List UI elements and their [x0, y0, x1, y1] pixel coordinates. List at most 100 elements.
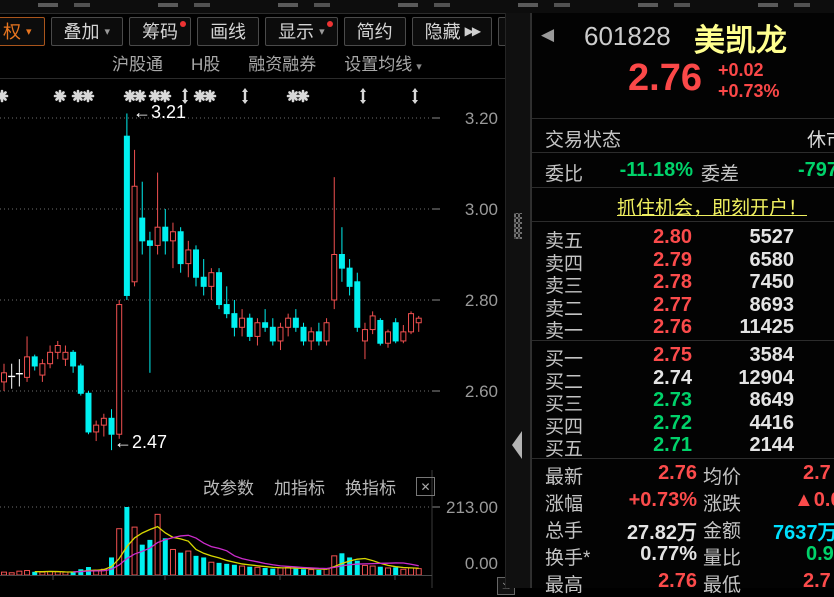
toolbar-button-画线[interactable]: 画线	[197, 17, 259, 46]
level-price[interactable]: 2.76	[610, 316, 692, 339]
event-marker-flower-icon[interactable]	[205, 91, 215, 101]
change-percent: +0.73%	[718, 81, 780, 102]
event-marker-arrow-icon[interactable]	[412, 88, 418, 104]
divider-line	[532, 221, 834, 222]
low-annotation: ←2.47	[114, 432, 167, 453]
event-marker-flower-icon[interactable]	[288, 91, 298, 101]
stat-label: 涨跌	[703, 489, 741, 516]
stat-value: 2.7	[803, 462, 831, 485]
event-marker-flower-icon[interactable]	[0, 91, 7, 101]
event-marker-flower-icon[interactable]	[125, 91, 135, 101]
toolbar-button-叠加[interactable]: 叠加 ▾	[51, 17, 124, 46]
price-axis-label: 3.20	[436, 109, 498, 129]
level-price[interactable]: 2.74	[610, 367, 692, 390]
event-marker-arrow-icon[interactable]	[242, 88, 248, 104]
bid-row-2: 买二2.7412904	[532, 367, 834, 389]
clipped-menubar	[0, 0, 834, 14]
divider-grip-icon[interactable]	[514, 213, 522, 239]
indicator-toolbar: 改参数加指标换指标 ✕	[203, 474, 435, 499]
weibi-label: 委比	[545, 159, 583, 186]
stat-label: 金额	[703, 516, 741, 543]
trading-app-window: 权▾叠加▾筹码画线显示▾简约隐藏▶▶ 沪股通H股融资融券设置均线▾ ←3.21 …	[0, 0, 834, 588]
toolbar-button-label: 隐藏	[425, 18, 461, 44]
level-volume: 7450	[702, 271, 794, 294]
level-price[interactable]: 2.73	[610, 389, 692, 412]
indicator-item-1[interactable]: 加指标	[274, 474, 325, 499]
event-marker-flower-icon[interactable]	[55, 91, 65, 101]
double-chevron-icon: ▶▶	[465, 24, 479, 38]
subbar-item-3[interactable]: 设置均线▾	[344, 50, 422, 75]
event-marker-flower-icon[interactable]	[160, 91, 170, 101]
chart-sub-toolbar: 沪股通 H股 融资融券 设置均线▾	[0, 47, 506, 79]
stat-label: 涨幅	[545, 489, 583, 516]
toolbar-button-隐藏[interactable]: 隐藏 ▶▶	[412, 17, 492, 46]
subbar-item-2[interactable]: 融资融券	[248, 50, 316, 75]
notification-dot-icon	[180, 21, 186, 27]
level-price[interactable]: 2.71	[610, 434, 692, 457]
volume-axis-min: 0.00	[436, 554, 498, 574]
event-marker-row[interactable]	[0, 88, 418, 104]
stats-row-2: 总手27.82万金额7637万	[532, 516, 834, 542]
stats-row-1: 涨幅+0.73%涨跌▲0.0	[532, 489, 834, 515]
price-axis-label: 2.60	[436, 382, 498, 402]
stock-name: 美凯龙	[694, 15, 787, 60]
subbar-item-1[interactable]: H股	[191, 50, 220, 75]
chevron-down-icon: ▾	[105, 25, 111, 38]
stat-value: 27.82万	[587, 516, 697, 545]
event-marker-arrow-icon[interactable]	[360, 88, 366, 104]
indicator-item-0[interactable]: 改参数	[203, 474, 254, 499]
volume-bars	[2, 507, 422, 575]
stat-label: 总手	[545, 516, 583, 543]
level-price[interactable]: 2.77	[610, 294, 692, 317]
panel-divider[interactable]	[505, 13, 531, 588]
stat-label: 量比	[703, 543, 741, 570]
level-volume: 11425	[702, 316, 794, 339]
clipped-menubar-text	[0, 3, 834, 7]
back-arrow-icon[interactable]: ◀	[541, 25, 554, 45]
candlestick-chart[interactable]	[0, 79, 506, 470]
price-axis-label: 3.00	[436, 200, 498, 220]
indicator-item-2[interactable]: 换指标	[345, 474, 396, 499]
toolbar-button-label: 简约	[357, 18, 393, 44]
toolbar-button-简约[interactable]: 简约	[344, 17, 406, 46]
stats-row-3: 换手*0.77%量比0.9	[532, 543, 834, 569]
event-marker-flower-icon[interactable]	[83, 91, 93, 101]
stat-label: 最新	[545, 462, 583, 489]
price-axis-label: 2.80	[436, 291, 498, 311]
level-price[interactable]: 2.80	[610, 226, 692, 249]
event-marker-flower-icon[interactable]	[195, 91, 205, 101]
ask-row-5: 卖五2.805527	[532, 226, 834, 248]
high-annotation: ←3.21	[133, 102, 186, 123]
toolbar-button-筹码[interactable]: 筹码	[129, 17, 191, 46]
bid-row-3: 买三2.738649	[532, 389, 834, 411]
open-account-ad-link[interactable]: 抓住机会，即刻开户！	[532, 193, 834, 220]
event-marker-flower-icon[interactable]	[73, 91, 83, 101]
toolbar-button-label: 叠加	[64, 18, 100, 44]
candlestick-series	[2, 113, 422, 450]
weicha-value: -797	[798, 159, 834, 182]
stat-label: 最低	[703, 570, 741, 597]
ask-row-3: 卖三2.787450	[532, 271, 834, 293]
event-marker-flower-icon[interactable]	[150, 91, 160, 101]
notification-dot-icon	[327, 21, 333, 27]
stock-code: 601828	[584, 21, 671, 52]
level-price[interactable]: 2.78	[610, 271, 692, 294]
level-price[interactable]: 2.75	[610, 344, 692, 367]
stat-value: ▲0.0	[794, 489, 834, 512]
level-price[interactable]: 2.72	[610, 412, 692, 435]
last-price: 2.76	[582, 57, 702, 100]
close-indicator-icon[interactable]: ✕	[416, 477, 435, 496]
chevron-down-icon: ▾	[26, 25, 32, 38]
toolbar-button-权[interactable]: 权▾	[0, 17, 45, 46]
price-change: +0.02 +0.73%	[718, 60, 780, 102]
stat-label: 最高	[545, 570, 583, 597]
event-marker-flower-icon[interactable]	[298, 91, 308, 101]
collapse-arrow-icon[interactable]	[512, 431, 522, 459]
event-marker-flower-icon[interactable]	[135, 91, 145, 101]
stat-value: 2.7	[803, 570, 831, 593]
stat-value: 2.76	[587, 462, 697, 485]
subbar-item-0[interactable]: 沪股通	[112, 50, 163, 75]
level-price[interactable]: 2.79	[610, 249, 692, 272]
toolbar-button-显示[interactable]: 显示▾	[265, 17, 338, 46]
chevron-down-icon: ▾	[319, 25, 325, 38]
